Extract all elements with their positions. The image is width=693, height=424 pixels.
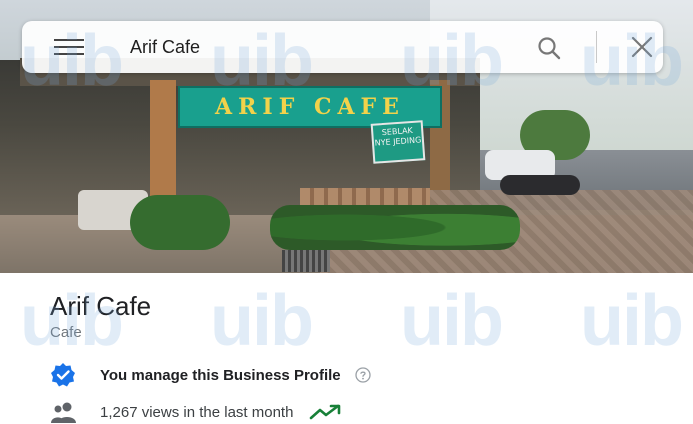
menu-icon[interactable]: [54, 39, 84, 55]
watermark: uib: [210, 281, 314, 361]
trending-up-icon: [310, 404, 341, 420]
place-category[interactable]: Cafe: [50, 323, 82, 343]
search-divider: [596, 31, 597, 63]
search-icon[interactable]: [536, 35, 562, 61]
menu-line: [54, 39, 84, 41]
manage-profile-text: You manage this Business Profile: [100, 366, 341, 384]
search-query[interactable]: Arif Cafe: [130, 35, 200, 59]
photo-plants: [270, 205, 520, 250]
photo-drain: [282, 250, 330, 272]
place-title: Arif Cafe: [50, 291, 152, 321]
close-icon[interactable]: [630, 35, 654, 59]
menu-line: [54, 53, 84, 55]
search-bar[interactable]: Arif Cafe: [22, 21, 663, 73]
photo-motorbike: [500, 175, 580, 195]
watermark: uib: [400, 281, 504, 361]
people-icon: [51, 402, 76, 423]
views-count-text: 1,267 views in the last month: [100, 403, 294, 421]
watermark: uib: [580, 281, 684, 361]
views-row: 1,267 views in the last month: [50, 400, 343, 424]
verified-badge-icon: [51, 363, 75, 387]
manage-profile-row[interactable]: You manage this Business Profile: [50, 363, 371, 387]
menu-line: [54, 46, 84, 48]
menu-sign: SEBLAK NYE JEDING: [370, 120, 426, 164]
help-icon[interactable]: [354, 367, 371, 383]
photo-plants: [130, 195, 230, 250]
